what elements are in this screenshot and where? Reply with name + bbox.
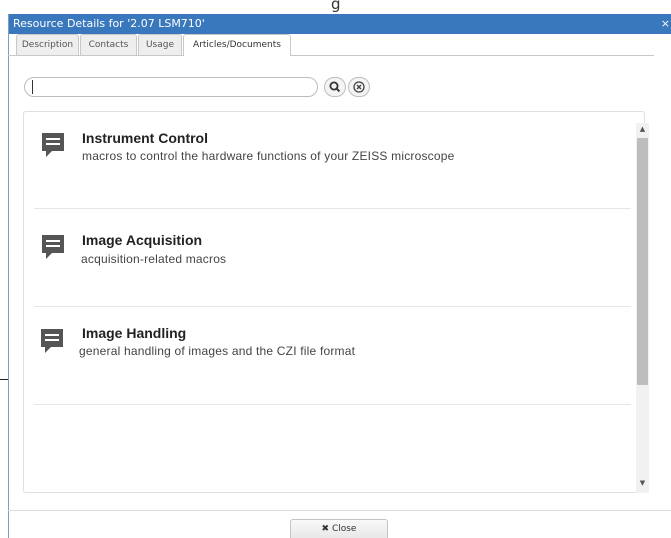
list-item[interactable]: Image Handling general handling of image… xyxy=(34,308,631,405)
search-input[interactable] xyxy=(24,77,318,97)
clear-circle-icon xyxy=(353,81,365,93)
scroll-thumb[interactable] xyxy=(637,138,648,385)
close-button-label: Close xyxy=(331,524,357,534)
list-scrollbar[interactable]: ▲ ▼ xyxy=(636,123,649,493)
comment-icon xyxy=(42,235,64,259)
list-item[interactable]: Image Acquisition acquisition-related ma… xyxy=(34,210,631,307)
item-title: Image Acquisition xyxy=(82,232,203,248)
search-button[interactable] xyxy=(324,77,346,97)
x-icon: ✖ xyxy=(321,524,330,534)
tabs-divider xyxy=(8,55,654,56)
articles-list: Instrument Control macros to control the… xyxy=(23,111,645,493)
scroll-up-icon[interactable]: ▲ xyxy=(636,123,649,135)
comment-icon xyxy=(41,329,63,353)
item-title: Instrument Control xyxy=(82,130,208,146)
footer-divider xyxy=(8,510,671,511)
item-description: general handling of images and the CZI f… xyxy=(79,344,356,358)
tab-usage[interactable]: Usage xyxy=(138,34,182,55)
item-title: Image Handling xyxy=(82,325,187,341)
item-description: acquisition-related macros xyxy=(81,252,227,266)
tab-description[interactable]: Description xyxy=(16,34,79,55)
list-item[interactable]: Instrument Control macros to control the… xyxy=(34,112,631,209)
scroll-down-icon[interactable]: ▼ xyxy=(636,477,649,489)
tab-contacts[interactable]: Contacts xyxy=(80,34,137,55)
item-description: macros to control the hardware functions… xyxy=(82,149,455,163)
search-icon xyxy=(329,81,341,93)
close-button[interactable]: ✖ Close xyxy=(290,519,388,538)
tab-articles-documents[interactable]: Articles/Documents xyxy=(183,34,291,56)
dialog-titlebar[interactable]: Resource Details for '2.07 LSM710' × xyxy=(9,14,671,34)
dialog-title: Resource Details for '2.07 LSM710' xyxy=(13,17,205,30)
comment-icon xyxy=(42,133,64,157)
background-text-fragment: g xyxy=(331,0,341,13)
clear-search-button[interactable] xyxy=(348,77,370,97)
text-caret xyxy=(32,80,33,94)
dialog-close-icon[interactable]: × xyxy=(661,14,670,34)
